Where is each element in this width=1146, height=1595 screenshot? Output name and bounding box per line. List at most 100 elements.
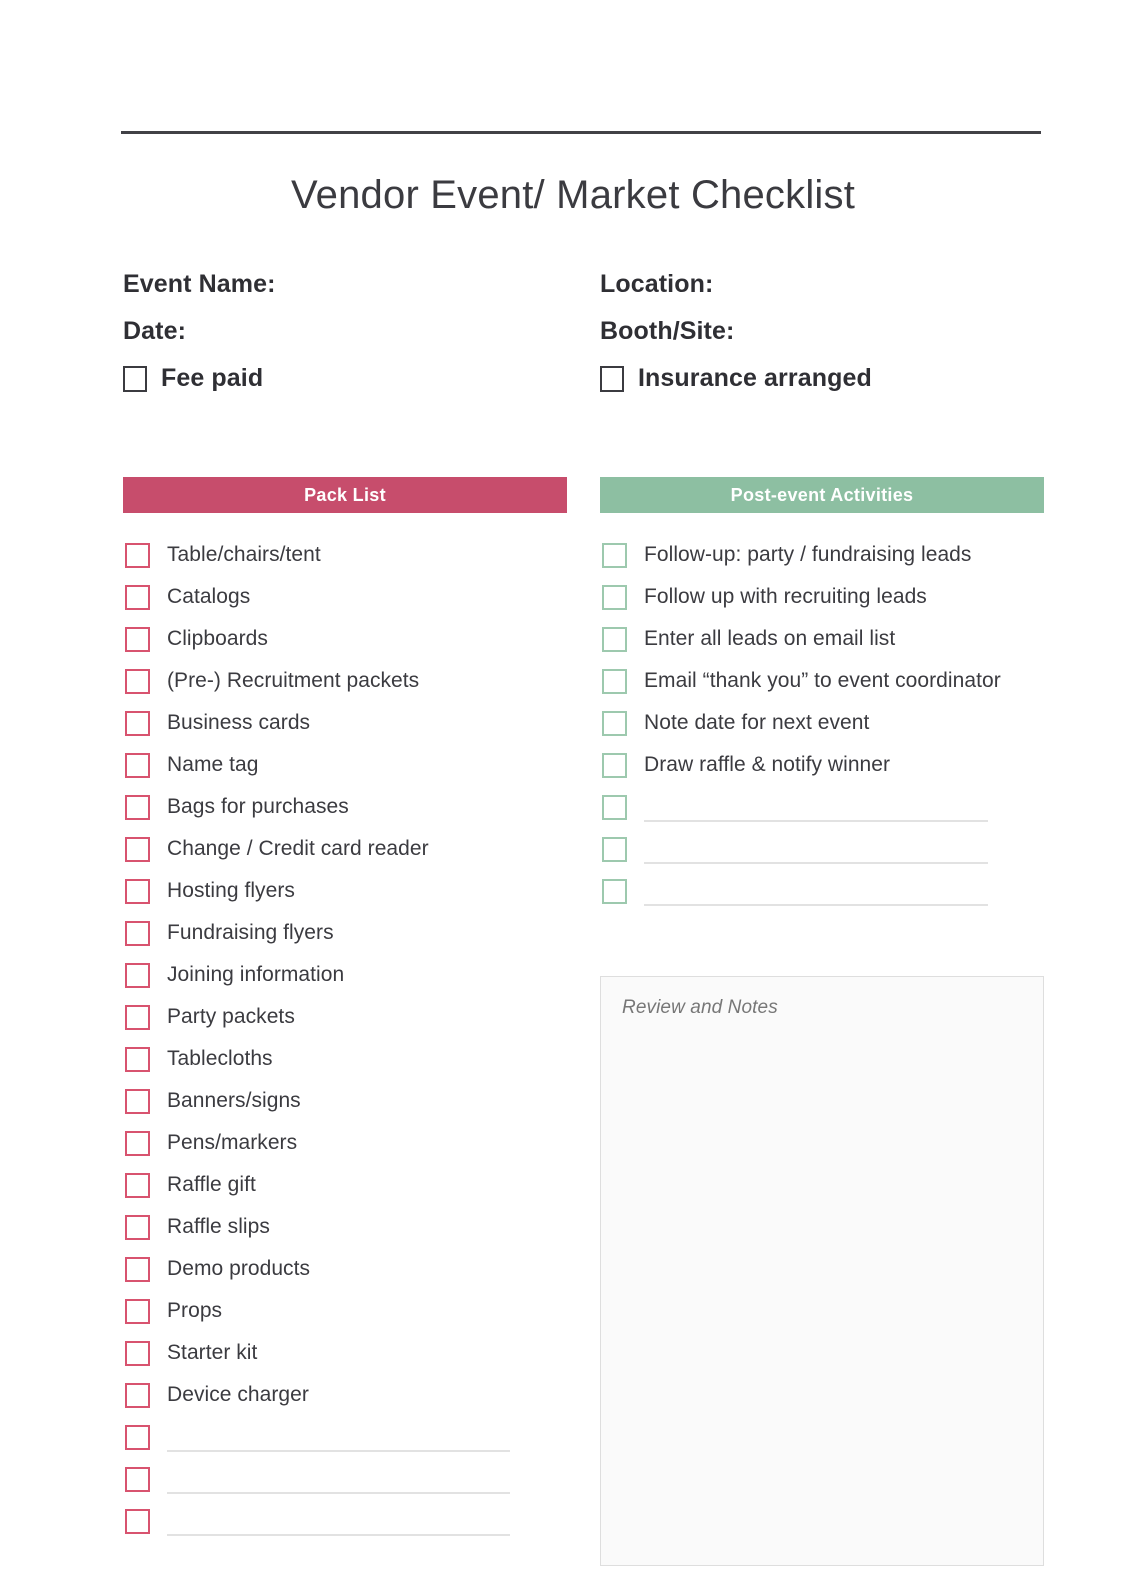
checklist-item-label: Business cards bbox=[167, 711, 311, 734]
checklist-item[interactable]: Clipboards bbox=[123, 618, 567, 660]
pack-list-checkbox[interactable] bbox=[125, 626, 150, 652]
write-in-line[interactable] bbox=[167, 1450, 510, 1452]
checklist-blank-row[interactable] bbox=[123, 1458, 567, 1500]
checklist-item-label: Enter all leads on email list bbox=[644, 627, 896, 650]
checklist-item[interactable]: Raffle gift bbox=[123, 1164, 567, 1206]
checklist-item[interactable]: Fundraising flyers bbox=[123, 912, 567, 954]
pack-list-checkbox[interactable] bbox=[125, 1046, 150, 1072]
post-event-checkbox[interactable] bbox=[602, 626, 627, 652]
checklist-item-label: Bags for purchases bbox=[167, 795, 349, 818]
pack-list-checkbox[interactable] bbox=[125, 1088, 150, 1114]
post-event-checkbox[interactable] bbox=[602, 710, 627, 736]
checklist-item[interactable]: Device charger bbox=[123, 1374, 567, 1416]
checklist-item[interactable]: Business cards bbox=[123, 702, 567, 744]
location-field[interactable]: Location: bbox=[600, 270, 1043, 299]
checklist-blank-row[interactable] bbox=[600, 870, 1044, 912]
checklist-item-label: Email “thank you” to event coordinator bbox=[644, 669, 1001, 692]
post-event-column: Post-event Activities Follow-up: party /… bbox=[600, 477, 1044, 912]
pack-list-checkbox[interactable] bbox=[125, 1508, 150, 1534]
checklist-item[interactable]: Email “thank you” to event coordinator bbox=[600, 660, 1044, 702]
checklist-item[interactable]: Draw raffle & notify winner bbox=[600, 744, 1044, 786]
checklist-item[interactable]: Change / Credit card reader bbox=[123, 828, 567, 870]
checklist-item-label: Follow-up: party / fundraising leads bbox=[644, 543, 972, 566]
pack-list-checkbox[interactable] bbox=[125, 1130, 150, 1156]
post-event-checkbox[interactable] bbox=[602, 584, 627, 610]
pack-list-checkbox[interactable] bbox=[125, 1382, 150, 1408]
checklist-item[interactable]: Party packets bbox=[123, 996, 567, 1038]
checklist-item-label: Fundraising flyers bbox=[167, 921, 334, 944]
checklist-blank-row[interactable] bbox=[600, 828, 1044, 870]
write-in-line[interactable] bbox=[167, 1492, 510, 1494]
checklist-item[interactable]: Props bbox=[123, 1290, 567, 1332]
event-name-field[interactable]: Event Name: bbox=[123, 270, 600, 299]
write-in-line[interactable] bbox=[167, 1534, 510, 1536]
checklist-item[interactable]: Bags for purchases bbox=[123, 786, 567, 828]
insurance-arranged-item[interactable]: Insurance arranged bbox=[600, 364, 1043, 393]
checklist-item[interactable]: Note date for next event bbox=[600, 702, 1044, 744]
checklist-blank-row[interactable] bbox=[123, 1416, 567, 1458]
checklist-item-label: Banners/signs bbox=[167, 1089, 301, 1112]
pack-list-checkbox[interactable] bbox=[125, 836, 150, 862]
pack-list-checkbox[interactable] bbox=[125, 710, 150, 736]
checklist-item[interactable]: Pens/markers bbox=[123, 1122, 567, 1164]
post-event-checkbox[interactable] bbox=[602, 668, 627, 694]
checklist-item-label: Follow up with recruiting leads bbox=[644, 585, 927, 608]
checklist-blank-row[interactable] bbox=[123, 1500, 567, 1542]
pack-list-items: Table/chairs/tent Catalogs Clipboards (Pre-… bbox=[123, 534, 567, 1542]
pack-list-checkbox[interactable] bbox=[125, 920, 150, 946]
pack-list-checkbox[interactable] bbox=[125, 1172, 150, 1198]
pack-list-checkbox[interactable] bbox=[125, 1214, 150, 1240]
checklist-item-label: Starter kit bbox=[167, 1341, 258, 1364]
meta-row-names: Event Name: Location: bbox=[123, 270, 1043, 299]
post-event-checkbox[interactable] bbox=[602, 794, 627, 820]
pack-list-checkbox[interactable] bbox=[125, 1466, 150, 1492]
write-in-line[interactable] bbox=[644, 862, 988, 864]
post-event-checkbox[interactable] bbox=[602, 836, 627, 862]
checklist-item[interactable]: Hosting flyers bbox=[123, 870, 567, 912]
pack-list-checkbox[interactable] bbox=[125, 1424, 150, 1450]
post-event-checkbox[interactable] bbox=[602, 878, 627, 904]
checklist-item[interactable]: (Pre-) Recruitment packets bbox=[123, 660, 567, 702]
write-in-line[interactable] bbox=[644, 820, 988, 822]
post-event-checkbox[interactable] bbox=[602, 542, 627, 568]
checklist-item[interactable]: Starter kit bbox=[123, 1332, 567, 1374]
checklist-item[interactable]: Catalogs bbox=[123, 576, 567, 618]
pack-list-checkbox[interactable] bbox=[125, 542, 150, 568]
checklist-item[interactable]: Table/chairs/tent bbox=[123, 534, 567, 576]
checklist-item-label: Note date for next event bbox=[644, 711, 870, 734]
checklist-item-label: Draw raffle & notify winner bbox=[644, 753, 891, 776]
review-and-notes-box[interactable]: Review and Notes bbox=[600, 976, 1044, 1566]
pack-list-checkbox[interactable] bbox=[125, 1298, 150, 1324]
booth-site-field[interactable]: Booth/Site: bbox=[600, 317, 1043, 346]
pack-list-checkbox[interactable] bbox=[125, 1256, 150, 1282]
pack-list-checkbox[interactable] bbox=[125, 752, 150, 778]
checklist-blank-row[interactable] bbox=[600, 786, 1044, 828]
pack-list-checkbox[interactable] bbox=[125, 1004, 150, 1030]
pack-list-checkbox[interactable] bbox=[125, 878, 150, 904]
checklist-item[interactable]: Demo products bbox=[123, 1248, 567, 1290]
fee-paid-checkbox[interactable] bbox=[123, 365, 147, 392]
checklist-item-label: Props bbox=[167, 1299, 223, 1322]
pack-list-checkbox[interactable] bbox=[125, 794, 150, 820]
checklist-item[interactable]: Banners/signs bbox=[123, 1080, 567, 1122]
pack-list-heading: Pack List bbox=[123, 477, 567, 513]
checklist-item-label: Joining information bbox=[167, 963, 345, 986]
checklist-item-label: Name tag bbox=[167, 753, 259, 776]
checklist-item[interactable]: Follow-up: party / fundraising leads bbox=[600, 534, 1044, 576]
insurance-arranged-checkbox[interactable] bbox=[600, 365, 624, 392]
checklist-item[interactable]: Tablecloths bbox=[123, 1038, 567, 1080]
checklist-item[interactable]: Follow up with recruiting leads bbox=[600, 576, 1044, 618]
pack-list-checkbox[interactable] bbox=[125, 1340, 150, 1366]
pack-list-checkbox[interactable] bbox=[125, 584, 150, 610]
checklist-item[interactable]: Name tag bbox=[123, 744, 567, 786]
pack-list-checkbox[interactable] bbox=[125, 962, 150, 988]
checklist-item[interactable]: Enter all leads on email list bbox=[600, 618, 1044, 660]
checklist-item-label: Device charger bbox=[167, 1383, 309, 1406]
fee-paid-item[interactable]: Fee paid bbox=[123, 364, 600, 393]
checklist-item[interactable]: Joining information bbox=[123, 954, 567, 996]
write-in-line[interactable] bbox=[644, 904, 988, 906]
checklist-item[interactable]: Raffle slips bbox=[123, 1206, 567, 1248]
pack-list-checkbox[interactable] bbox=[125, 668, 150, 694]
post-event-checkbox[interactable] bbox=[602, 752, 627, 778]
date-field[interactable]: Date: bbox=[123, 317, 600, 346]
